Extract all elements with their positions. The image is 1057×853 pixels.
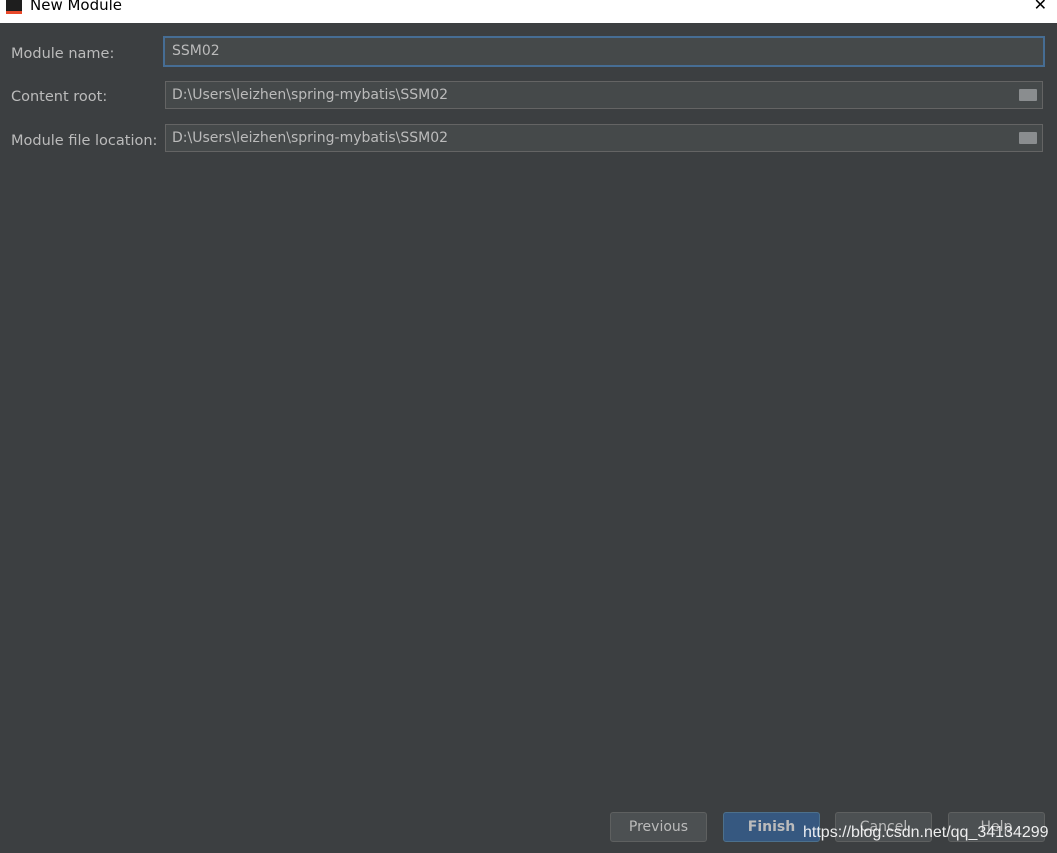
close-icon[interactable]: ✕ xyxy=(1034,0,1047,14)
file-location-input[interactable]: D:\Users\leizhen\spring-mybatis\SSM02 xyxy=(165,124,1043,152)
title-bar: New Module ✕ xyxy=(0,0,1057,23)
folder-icon[interactable] xyxy=(1019,89,1037,101)
content-root-label: Content root: xyxy=(11,89,108,105)
window-title: New Module xyxy=(30,0,123,14)
content-root-input[interactable]: D:\Users\leizhen\spring-mybatis\SSM02 xyxy=(165,81,1043,109)
file-location-value: D:\Users\leizhen\spring-mybatis\SSM02 xyxy=(172,130,449,146)
previous-button[interactable]: Previous xyxy=(610,812,707,842)
module-name-label: Module name: xyxy=(11,46,115,62)
folder-icon[interactable] xyxy=(1019,132,1037,144)
file-location-label: Module file location: xyxy=(11,133,158,149)
content-root-value: D:\Users\leizhen\spring-mybatis\SSM02 xyxy=(172,87,449,103)
watermark: https://blog.csdn.net/qq_34134299 xyxy=(803,824,1049,841)
module-name-input[interactable]: SSM02 xyxy=(163,36,1045,67)
intellij-logo-icon xyxy=(6,0,22,14)
